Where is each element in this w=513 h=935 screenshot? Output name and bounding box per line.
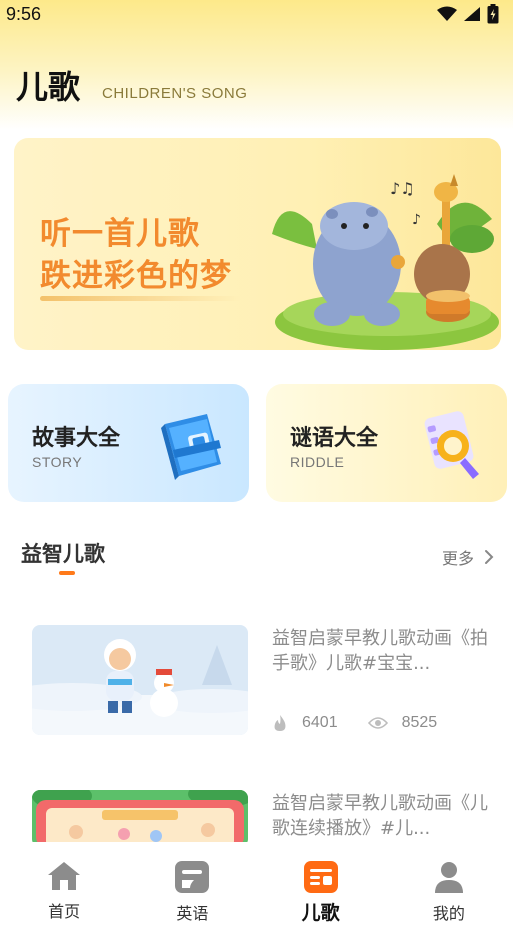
book-icon — [161, 414, 221, 480]
promo-banner[interactable]: 听一首儿歌 跌进彩色的梦 ♪♫ ♪ — [14, 138, 501, 350]
story-card[interactable]: 故事大全 STORY — [8, 384, 249, 502]
story-card-subtitle: STORY — [32, 454, 83, 470]
status-bar: 9:56 — [0, 0, 513, 28]
view-count-value: 8525 — [401, 714, 438, 731]
magnifier-document-icon — [424, 411, 479, 479]
page-header: 儿歌 CHILDREN'S SONG — [16, 62, 247, 108]
like-count-value: 6401 — [302, 714, 338, 731]
status-icons — [437, 4, 499, 24]
svg-text:♪♫: ♪♫ — [390, 179, 415, 198]
page-subtitle: CHILDREN'S SONG — [102, 85, 248, 102]
banner-headline-1: 听一首儿歌 — [40, 216, 200, 252]
section-title: 益智儿歌 — [21, 542, 105, 566]
english-icon — [175, 861, 210, 893]
flame-icon — [274, 715, 286, 731]
bottom-tab-bar: 首页 英语 儿歌 我的 — [0, 842, 513, 935]
more-link[interactable]: 更多 — [442, 545, 494, 569]
home-icon — [48, 862, 81, 890]
tab-profile[interactable]: 我的 — [385, 842, 513, 935]
song-icon — [303, 861, 338, 893]
page-title: 儿歌 — [16, 68, 81, 106]
tab-english[interactable]: 英语 — [128, 842, 256, 935]
riddle-card-subtitle: RIDDLE — [290, 454, 345, 470]
list-item[interactable]: 益智启蒙早教儿歌动画《拍手歌》儿歌#宝宝... 6401 8525 — [0, 620, 513, 740]
video-thumbnail — [32, 625, 248, 735]
hippo-giraffe-illustration: ♪♫ ♪ — [272, 174, 499, 350]
tab-home[interactable]: 首页 — [0, 842, 128, 935]
tab-home-label: 首页 — [48, 902, 81, 921]
tab-profile-label: 我的 — [432, 904, 465, 923]
story-card-title: 故事大全 — [32, 426, 121, 451]
riddle-card-title: 谜语大全 — [290, 426, 379, 451]
wifi-icon — [437, 6, 457, 21]
section-underline — [59, 571, 75, 575]
signal-icon — [464, 7, 480, 21]
video-thumbnail — [32, 790, 248, 847]
tab-english-label: 英语 — [176, 904, 209, 923]
banner-decoration-bar — [40, 296, 240, 301]
tab-songs[interactable]: 儿歌 — [257, 842, 385, 935]
riddle-card[interactable]: 谜语大全 RIDDLE — [266, 384, 507, 502]
view-count: 8525 — [367, 714, 438, 732]
battery-icon — [487, 4, 499, 24]
chevron-right-icon — [485, 550, 494, 564]
video-title: 益智启蒙早教儿歌动画《儿歌连续播放》#儿... — [272, 793, 488, 839]
svg-text:♪: ♪ — [412, 212, 421, 228]
video-title: 益智启蒙早教儿歌动画《拍手歌》儿歌#宝宝... — [272, 628, 488, 674]
banner-headline-2: 跌进彩色的梦 — [40, 258, 232, 294]
video-stats: 6401 8525 — [272, 714, 437, 732]
tab-songs-label: 儿歌 — [301, 902, 340, 924]
status-time: 9:56 — [6, 3, 42, 24]
profile-icon — [434, 862, 463, 893]
more-link-label: 更多 — [442, 549, 475, 568]
eye-icon — [367, 717, 388, 729]
like-count: 6401 — [272, 714, 338, 732]
